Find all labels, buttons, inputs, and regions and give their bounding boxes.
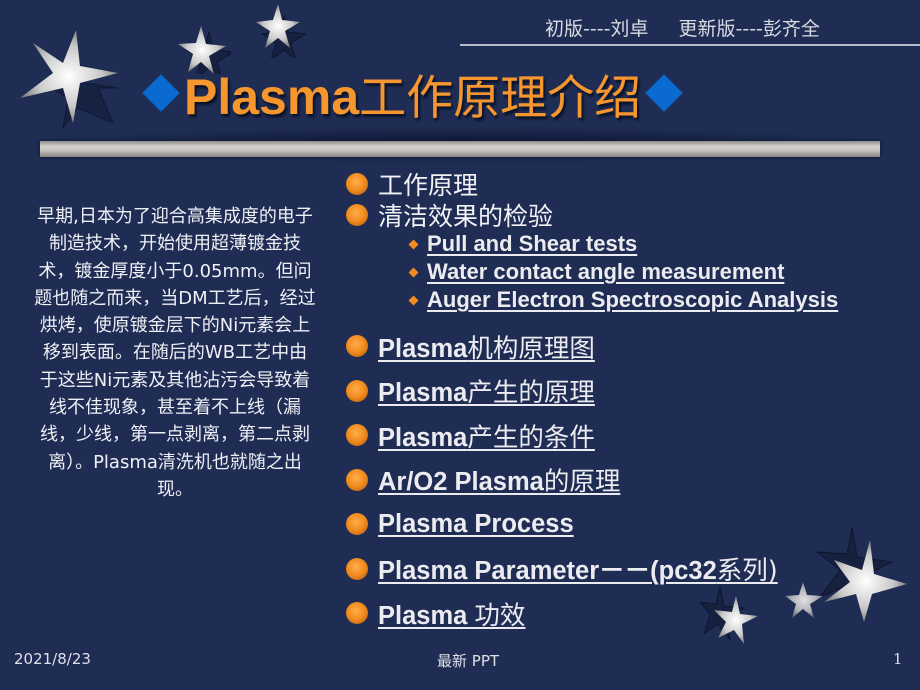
slide-title: Plasma工作原理介绍 <box>138 60 687 126</box>
link-latin: Plasma <box>378 334 468 363</box>
title-divider-bar <box>40 141 880 157</box>
link-latin: Plasma <box>378 423 468 452</box>
orange-bullet-icon <box>346 602 368 625</box>
credits-divider <box>460 44 920 46</box>
star-icon <box>256 4 306 58</box>
link-water-contact-angle[interactable]: Water contact angle measurement <box>427 259 784 285</box>
link-chinese: 系列) <box>716 556 778 587</box>
link-chinese: 机构原理图 <box>467 333 595 364</box>
link-chinese: 的原理 <box>543 467 621 498</box>
outline-item-label: 清洁效果的检验 <box>378 201 554 231</box>
orange-bullet-icon <box>346 468 368 491</box>
outline-link-item[interactable]: Plasma Process <box>346 502 916 547</box>
orange-diamond-bullet-icon <box>408 239 419 249</box>
credits: 初版----刘卓 更新版----彭齐全 <box>545 14 820 41</box>
sub-item-water-contact[interactable]: Water contact angle measurement <box>408 258 916 286</box>
outline-link-item[interactable]: Plasma产生的条件 <box>346 413 916 458</box>
outline-item: 清洁效果的检验 <box>346 199 916 231</box>
link-chinese: 产生的条件 <box>467 422 595 453</box>
link-plasma-process[interactable]: Plasma Process <box>378 509 574 539</box>
link-ar-o2-principle[interactable]: Ar/O2 Plasma的原理 <box>378 461 620 498</box>
title-text: Plasma工作原理介绍 <box>184 59 641 128</box>
link-latin: Plasma Process <box>378 510 574 539</box>
original-author: 初版----刘卓 <box>545 18 649 40</box>
blue-diamond-icon <box>645 74 683 112</box>
orange-bullet-icon <box>346 203 368 226</box>
link-generation-principle[interactable]: Plasma产生的原理 <box>378 372 595 409</box>
link-generation-conditions[interactable]: Plasma产生的条件 <box>378 417 595 454</box>
outline-link-item[interactable]: Plasma Parameter－－(pc32系列) <box>346 547 916 592</box>
outline-link-item[interactable]: Plasma 功效 <box>346 591 916 636</box>
orange-diamond-bullet-icon <box>408 267 419 277</box>
orange-diamond-bullet-icon <box>408 295 419 305</box>
link-pull-shear-tests[interactable]: Pull and Shear tests <box>427 231 637 257</box>
outline-link-item[interactable]: Plasma机构原理图 <box>346 324 916 369</box>
link-mechanism-diagram[interactable]: Plasma机构原理图 <box>378 328 595 365</box>
link-latin: Plasma <box>378 601 475 630</box>
star-icon <box>20 30 119 128</box>
link-chinese: 产生的原理 <box>467 378 595 409</box>
link-latin: Plasma Parameter－－(pc32 <box>378 557 717 586</box>
orange-bullet-icon <box>346 513 368 536</box>
link-plasma-parameter[interactable]: Plasma Parameter－－(pc32系列) <box>378 550 778 587</box>
outline-list: 工作原理 清洁效果的检验 Pull and Shear tests Water … <box>346 168 916 636</box>
title-latin: Plasma <box>184 68 360 125</box>
outline-link-item[interactable]: Ar/O2 Plasma的原理 <box>346 458 916 503</box>
orange-bullet-icon <box>346 557 368 580</box>
slide: 初版----刘卓 更新版----彭齐全 Plasma工作原理介绍 早期,日本为了… <box>0 0 920 690</box>
link-chinese: 功效 <box>474 600 526 631</box>
blue-diamond-icon <box>142 74 180 112</box>
orange-bullet-icon <box>346 335 368 358</box>
sub-item-auger[interactable]: Auger Electron Spectroscopic Analysis <box>408 286 916 314</box>
sub-item-pull-shear[interactable]: Pull and Shear tests <box>408 230 916 258</box>
orange-bullet-icon <box>346 172 368 195</box>
orange-bullet-icon <box>346 379 368 402</box>
intro-paragraph: 早期,日本为了迎合高集成度的电子制造技术，开始使用超薄镀金技术，镀金厚度小于0.… <box>34 206 316 500</box>
link-auger-analysis[interactable]: Auger Electron Spectroscopic Analysis <box>427 287 838 313</box>
updated-author: 更新版----彭齐全 <box>678 18 820 40</box>
outline-link-item[interactable]: Plasma产生的原理 <box>346 369 916 414</box>
slide-number: 1 <box>893 650 903 668</box>
link-latin: Plasma <box>378 379 468 408</box>
title-chinese: 工作原理介绍 <box>359 70 642 126</box>
outline-item: 工作原理 <box>346 168 916 200</box>
footer-date: 2021/8/23 <box>14 650 91 668</box>
link-plasma-efficacy[interactable]: Plasma 功效 <box>378 595 525 632</box>
link-latin: Ar/O2 Plasma <box>378 468 544 497</box>
orange-bullet-icon <box>346 424 368 447</box>
footer-center-text: 最新 PPT <box>437 652 500 670</box>
